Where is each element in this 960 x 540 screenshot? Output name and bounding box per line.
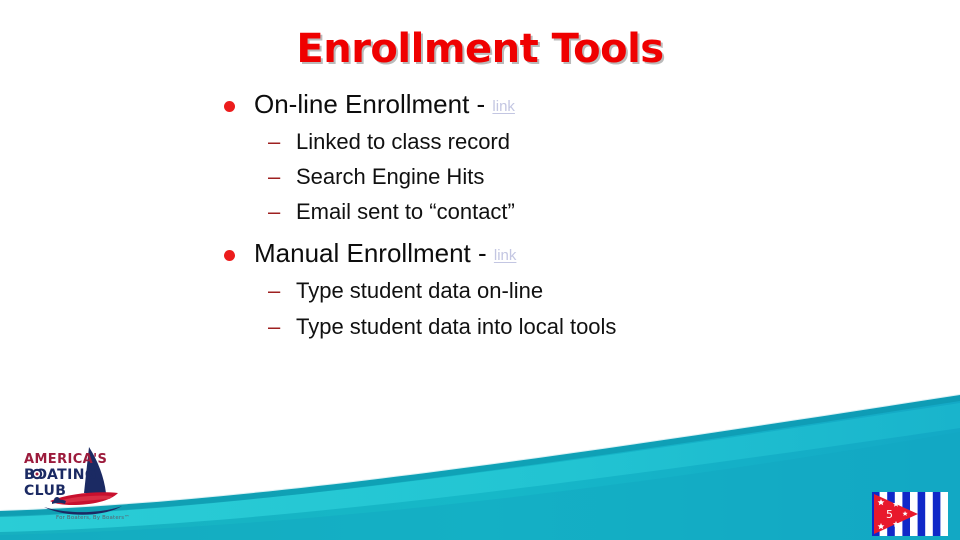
bullet-dot-icon bbox=[224, 250, 235, 262]
dash-marker-icon: – bbox=[268, 313, 281, 339]
list-item-separator: - bbox=[469, 89, 493, 119]
list-item: – Search Engine Hits bbox=[218, 165, 918, 188]
list-item: – Email sent to “contact” bbox=[218, 200, 918, 223]
page-number: 5 bbox=[886, 508, 893, 521]
list-item: Manual Enrollment - link bbox=[218, 239, 918, 267]
bullet-dot-icon bbox=[224, 101, 235, 112]
link-manual-enrollment[interactable]: link bbox=[494, 247, 517, 264]
list-item-label: On-line Enrollment bbox=[254, 89, 470, 119]
logo-line-1: AMERICA'S bbox=[24, 452, 107, 467]
list-item: On-line Enrollment - link bbox=[218, 90, 918, 118]
list-item-label: Linked to class record bbox=[296, 129, 510, 155]
content-list: On-line Enrollment - link – Linked to cl… bbox=[218, 90, 918, 338]
list-item-label: Search Engine Hits bbox=[296, 164, 485, 190]
dash-marker-icon: – bbox=[268, 278, 281, 304]
page-title: Enrollment Tools bbox=[296, 26, 664, 72]
dash-marker-icon: – bbox=[268, 129, 281, 155]
list-item-separator: - bbox=[470, 238, 494, 269]
list-item-label: Type student data on-line bbox=[296, 278, 544, 304]
list-item-label: Email sent to “contact” bbox=[296, 199, 515, 225]
logo-tagline: For Boaters, By Boaters™ bbox=[56, 515, 130, 521]
link-online-enrollment[interactable]: link bbox=[492, 98, 515, 115]
dash-marker-icon: – bbox=[268, 199, 281, 225]
slide: Enrollment Tools On-line Enrollment - li… bbox=[0, 0, 960, 540]
ensign-flag-badge: 5 bbox=[872, 492, 948, 536]
list-item-label: Type student data into local tools bbox=[296, 313, 617, 339]
americas-boating-club-logo: AMERICA'S BOATING CLUB For Boaters, By B… bbox=[22, 443, 152, 533]
list-item: – Type student data on-line bbox=[218, 279, 918, 302]
list-item-label: Manual Enrollment bbox=[254, 238, 471, 269]
list-item: – Type student data into local tools bbox=[218, 313, 918, 339]
list-item: – Linked to class record bbox=[218, 130, 918, 153]
list-group-spacer bbox=[218, 223, 918, 239]
dash-marker-icon: – bbox=[268, 164, 281, 190]
logo-line-3: CLUB bbox=[24, 483, 66, 499]
